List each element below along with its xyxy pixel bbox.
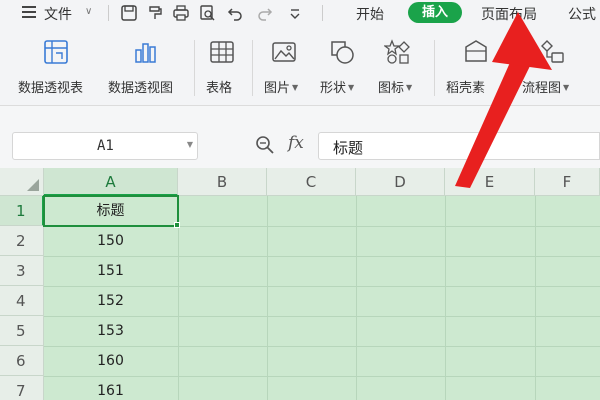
row-header[interactable]: 4 — [0, 286, 44, 316]
name-box[interactable]: A1 ▼ — [12, 132, 198, 160]
ribbon-label: 稻壳素 — [446, 81, 486, 96]
column-header-f[interactable]: F — [535, 168, 600, 196]
tab-start[interactable]: 开始 — [356, 4, 384, 24]
cell-a3[interactable]: 151 — [44, 256, 177, 286]
formula-bar: A1 ▼ fx 标题 — [0, 106, 600, 168]
save-icon[interactable] — [120, 4, 138, 22]
redo-icon[interactable] — [256, 4, 274, 22]
pivot-chart-icon — [135, 43, 156, 63]
formula-input[interactable]: 标题 — [318, 132, 600, 160]
formula-value: 标题 — [333, 139, 364, 157]
row-header[interactable]: 5 — [0, 316, 44, 346]
more-dropdown-icon[interactable] — [286, 4, 304, 22]
row-header[interactable]: 7 — [0, 376, 44, 400]
ribbon-label: 形状 ▼ — [320, 81, 355, 96]
ribbon-separator — [194, 40, 195, 96]
table-icon — [210, 41, 234, 63]
tab-insert[interactable]: 插入 — [408, 2, 462, 23]
select-all-corner[interactable] — [0, 168, 44, 196]
menu-separator — [108, 5, 109, 21]
flowchart-button[interactable]: 流程图 ▼ — [516, 26, 590, 102]
row-header[interactable]: 2 — [0, 226, 44, 256]
column-header-a[interactable]: A — [44, 168, 178, 196]
tab-page-layout[interactable]: 页面布局 — [481, 4, 537, 24]
tab-formula[interactable]: 公式 — [568, 4, 596, 24]
name-box-value: A1 — [97, 138, 114, 154]
active-cell-border — [43, 195, 179, 227]
column-header-e[interactable]: E — [445, 168, 535, 196]
pivot-chart-button[interactable]: 数据透视图 — [104, 26, 188, 102]
column-header-b[interactable]: B — [178, 168, 267, 196]
row-header[interactable]: 6 — [0, 346, 44, 376]
pivot-table-icon — [44, 40, 68, 64]
menu-bar: 文件 ∨ 开始 插入 页面布局 公式 — [0, 0, 600, 26]
icons-button[interactable]: 图标 ▼ — [374, 26, 424, 102]
menu-separator — [322, 5, 323, 21]
file-menu[interactable]: 文件 — [44, 4, 72, 24]
row-header[interactable]: 3 — [0, 256, 44, 286]
ribbon-label: 数据透视图 — [108, 81, 174, 96]
icons-icon — [384, 39, 410, 64]
format-painter-icon[interactable] — [146, 4, 164, 22]
shapes-icon — [331, 41, 354, 64]
print-preview-icon[interactable] — [198, 4, 216, 22]
zoom-icon[interactable] — [255, 135, 275, 155]
cell-a6[interactable]: 160 — [44, 346, 177, 376]
spreadsheet-grid[interactable]: A B C D E F 1 2 3 4 5 6 7 标题 150 151 152… — [0, 168, 600, 400]
fill-handle[interactable] — [174, 222, 180, 228]
hamburger-menu-icon[interactable] — [22, 6, 36, 18]
cell-a4[interactable]: 152 — [44, 286, 177, 316]
ribbon-label: 表格 — [206, 81, 233, 96]
ribbon-label: 数据透视表 — [18, 81, 84, 96]
picture-button[interactable]: 图片 ▼ — [260, 26, 310, 102]
ribbon-separator — [434, 40, 435, 96]
cell-a7[interactable]: 161 — [44, 376, 177, 400]
chevron-down-icon[interactable]: ∨ — [85, 6, 92, 17]
pivot-table-button[interactable]: 数据透视表 — [14, 26, 98, 102]
ribbon-label: 图标 ▼ — [378, 81, 413, 96]
table-button[interactable]: 表格 — [202, 26, 244, 102]
row-header[interactable]: 1 — [0, 196, 44, 226]
docer-material-icon — [465, 40, 487, 62]
ribbon-label: 图片 ▼ — [264, 81, 299, 96]
flowchart-icon — [541, 40, 564, 63]
chevron-down-icon[interactable]: ▼ — [187, 140, 193, 149]
insert-function-button[interactable]: fx — [288, 133, 304, 153]
cell-a2[interactable]: 150 — [44, 226, 177, 256]
shapes-button[interactable]: 形状 ▼ — [316, 26, 366, 102]
ribbon-label: 流程图 ▼ — [522, 81, 570, 96]
column-header-d[interactable]: D — [356, 168, 445, 196]
ribbon: 数据透视表 数据透视图 表格 图片 ▼ 形状 ▼ 图标 ▼ 稻壳素 流程图 ▼ — [0, 26, 600, 106]
picture-icon — [272, 42, 296, 62]
docer-material-button[interactable]: 稻壳素 — [442, 26, 518, 102]
undo-icon[interactable] — [226, 4, 244, 22]
column-header-c[interactable]: C — [267, 168, 356, 196]
cell-a5[interactable]: 153 — [44, 316, 177, 346]
ribbon-separator — [252, 40, 253, 96]
print-icon[interactable] — [172, 4, 190, 22]
